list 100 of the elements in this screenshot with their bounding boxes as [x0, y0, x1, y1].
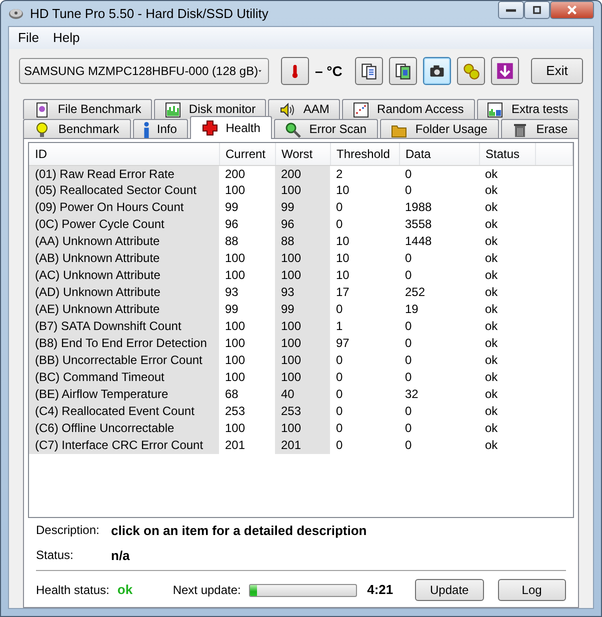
table-cell-text: 0	[404, 250, 413, 267]
table-cell: (B7) SATA Downshift Count	[29, 318, 219, 335]
tab[interactable]: Disk monitor	[154, 99, 266, 119]
table-cell: 253	[275, 403, 330, 420]
table-cell-text: 0	[404, 318, 413, 335]
info-icon	[144, 122, 149, 138]
temperature-button[interactable]	[281, 57, 309, 85]
table-cell: 100	[219, 369, 275, 386]
table-cell-text: 3558	[404, 216, 433, 233]
table-cell: 10	[330, 250, 399, 267]
table-cell: 100	[219, 318, 275, 335]
table-cell-text: 0	[404, 369, 413, 386]
speaker-icon	[279, 102, 296, 118]
toolbar-button[interactable]	[389, 57, 417, 85]
bar-chart-icon	[164, 102, 181, 118]
scatter-chart-icon	[353, 102, 370, 118]
table-cell: (BE) Airflow Temperature	[29, 386, 219, 403]
table-cell-text: 1988	[404, 199, 433, 216]
table-cell: 100	[219, 267, 275, 284]
table-cell: 96	[275, 216, 330, 233]
table-cell: ok	[479, 165, 535, 182]
table-cell: (B8) End To End Error Detection	[29, 335, 219, 352]
tab[interactable]: Info	[132, 119, 188, 139]
close-icon	[566, 4, 578, 16]
drive-dropdown[interactable]: SAMSUNG MZMPC128HBFU-000 (128 gB)	[19, 58, 269, 84]
tab[interactable]: Benchmark	[23, 119, 131, 139]
table-cell-text: ok	[484, 335, 499, 352]
table-cell: 88	[219, 233, 275, 250]
table-cell-text: ok	[484, 318, 499, 335]
table-cell: 99	[219, 301, 275, 318]
table-cell-text: 0	[404, 182, 413, 199]
table-cell-text: 0	[404, 403, 413, 420]
table-cell: 100	[275, 335, 330, 352]
table-cell: (BB) Uncorrectable Error Count	[29, 352, 219, 369]
menu-item[interactable]: File	[13, 29, 44, 47]
table-cell: 100	[219, 250, 275, 267]
download-icon	[496, 62, 514, 80]
lightbulb-icon	[34, 122, 50, 138]
table-cell-text: 0	[404, 420, 413, 437]
column-header[interactable]: ID	[29, 143, 219, 165]
table-cell-text: ok	[484, 250, 499, 267]
table-cell: 100	[275, 318, 330, 335]
column-header[interactable]: Status	[479, 143, 535, 165]
table-cell: 96	[219, 216, 275, 233]
countdown-time: 4:21	[367, 582, 394, 598]
table-cell: (BC) Command Timeout	[29, 369, 219, 386]
toolbar-button[interactable]	[355, 57, 383, 85]
temperature-reading: – °C	[315, 62, 342, 80]
tab[interactable]: Folder Usage	[380, 119, 499, 139]
toolbar-button[interactable]	[491, 57, 519, 85]
table-cell: 0	[330, 352, 399, 369]
table-cell: 2	[330, 165, 399, 182]
table-cell: (0C) Power Cycle Count	[29, 216, 219, 233]
tab[interactable]: File Benchmark	[23, 99, 152, 119]
trash-icon	[512, 122, 528, 138]
table-cell: 99	[275, 301, 330, 318]
column-header[interactable]: Data	[399, 143, 479, 165]
table-cell: 200	[219, 165, 275, 182]
column-header[interactable]: Threshold	[330, 143, 399, 165]
column-header[interactable]: Worst	[275, 143, 330, 165]
maximize-button[interactable]	[524, 1, 550, 19]
action-button[interactable]: Log	[498, 579, 566, 601]
chart-table-icon	[487, 102, 504, 118]
table-cell: (05) Reallocated Sector Count	[29, 182, 219, 199]
table-cell: 100	[275, 352, 330, 369]
tab[interactable]: Health	[190, 116, 272, 139]
toolbar-button[interactable]	[423, 57, 451, 85]
table-cell: 88	[275, 233, 330, 250]
table-cell: (AB) Unknown Attribute	[29, 250, 219, 267]
minimize-button[interactable]	[498, 1, 524, 19]
tab[interactable]: Erase	[500, 119, 580, 139]
menu-item[interactable]: Help	[48, 29, 85, 47]
action-button[interactable]: Update	[415, 579, 484, 601]
column-header[interactable]: Current	[219, 143, 275, 165]
table-cell: (C4) Reallocated Event Count	[29, 403, 219, 420]
table-cell: (09) Power On Hours Count	[29, 199, 219, 216]
close-button[interactable]	[550, 1, 594, 19]
tab[interactable]: Error Scan	[274, 119, 378, 139]
tab[interactable]: Random Access	[342, 99, 475, 119]
table-cell: 68	[219, 386, 275, 403]
tab[interactable]: Extra tests	[476, 99, 579, 119]
table-cell-text: ok	[484, 403, 499, 420]
table-cell-text: 1448	[404, 233, 433, 250]
table-cell: (C7) Interface CRC Error Count	[29, 437, 219, 454]
tab[interactable]: AAM	[268, 99, 340, 119]
table-cell: 100	[219, 182, 275, 199]
table-cell-text: ok	[484, 352, 499, 369]
table-cell-text: 0	[404, 352, 413, 369]
minimize-icon	[506, 8, 516, 12]
table-cell: 201	[275, 437, 330, 454]
table-cell: 10	[330, 267, 399, 284]
table-cell-text: 0	[404, 437, 413, 454]
table-cell-text: 252	[404, 284, 426, 301]
table-cell: (01) Raw Read Error Rate	[29, 165, 219, 182]
cross-icon	[202, 120, 218, 136]
next-update-label: Next update:	[172, 582, 241, 598]
table-cell: 201	[219, 437, 275, 454]
exit-button[interactable]: Exit	[531, 58, 583, 84]
health-status-label: Health status:	[36, 582, 110, 598]
maximize-icon	[532, 5, 542, 15]
